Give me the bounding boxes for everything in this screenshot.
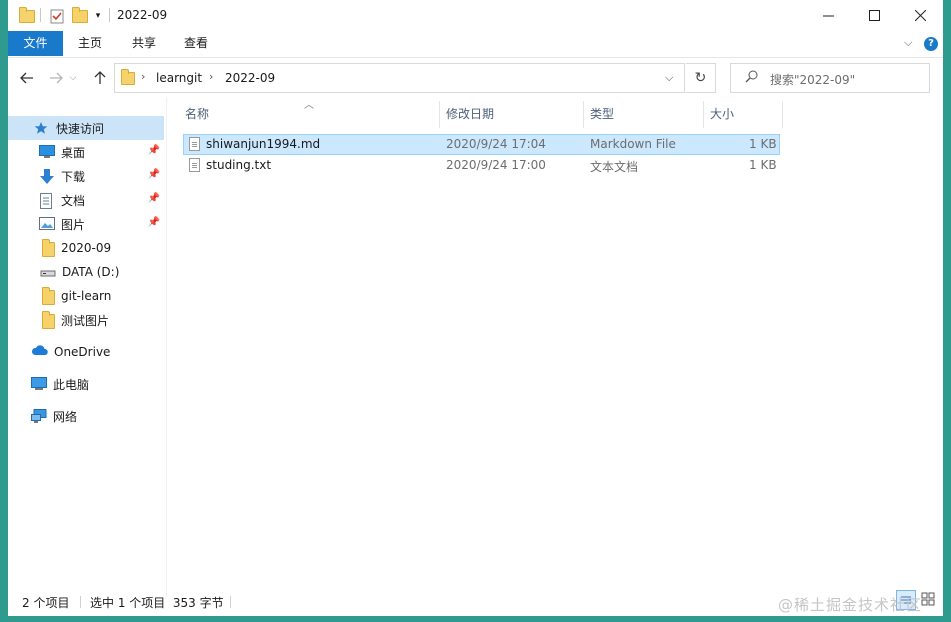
file-row[interactable]: studing.txt 2020/9/24 17:00 文本文档 1 KB [183, 155, 780, 176]
drive-icon [40, 265, 56, 279]
folder-icon [42, 311, 55, 329]
file-size: 1 KB [749, 158, 777, 172]
sidebar-item-this-pc[interactable]: 此电脑 [8, 372, 164, 396]
navigation-bar: ⌵ › learngit › 2022-09 ⌵ ↻ 搜索"2022-09" [8, 57, 943, 97]
forward-arrow-icon[interactable] [45, 67, 67, 89]
address-history-chevron-icon[interactable]: ⌵ [665, 71, 673, 85]
picture-icon [39, 217, 55, 231]
expand-ribbon-chevron-icon[interactable]: ⌵ [904, 36, 912, 50]
pin-icon[interactable]: 📌 [148, 169, 160, 180]
breadcrumb-learngit[interactable]: learngit [156, 71, 202, 85]
sidebar-item-network[interactable]: 网络 [8, 404, 164, 428]
status-item-count: 2 个项目 [22, 596, 70, 610]
sidebar-item-desktop[interactable]: 桌面 📌 [8, 140, 164, 164]
recent-locations-chevron-icon[interactable]: ⌵ [66, 67, 80, 89]
breadcrumb-separator-icon[interactable]: › [209, 70, 213, 83]
column-header-name[interactable]: 名称 [178, 101, 440, 128]
sidebar-item-pictures[interactable]: 图片 📌 [8, 212, 164, 236]
file-type: 文本文档 [590, 160, 639, 174]
breadcrumb-separator-icon[interactable]: › [141, 70, 145, 83]
sidebar-item-git-learn[interactable]: git-learn [8, 284, 164, 308]
folder-icon [18, 6, 36, 25]
status-selection: 选中 1 个项目 353 字节 [90, 596, 224, 610]
folder-icon [42, 239, 55, 257]
explorer-window: ▾ 2022-09 文件 主页 共享 查看 ⌵ ? ⌵ › learngit ›… [8, 0, 943, 616]
refresh-icon[interactable]: ↻ [686, 63, 716, 93]
sidebar-item-label: 2020-09 [61, 241, 112, 255]
file-type: Markdown File [590, 137, 676, 151]
pin-icon[interactable]: 📌 [148, 193, 160, 204]
close-icon[interactable] [897, 0, 943, 30]
column-header-size[interactable]: 大小 [703, 101, 783, 128]
desktop-icon [39, 145, 55, 159]
navigation-pane: 快速访问 桌面 📌 下载 📌 文档 📌 图片 📌 2020-09 DATA (D… [8, 105, 166, 595]
file-date: 2020/9/24 17:04 [446, 137, 546, 151]
sidebar-item-label: DATA (D:) [62, 265, 120, 279]
properties-icon[interactable] [48, 7, 66, 25]
tab-share[interactable]: 共享 [122, 31, 166, 56]
sidebar-item-data-drive[interactable]: DATA (D:) [8, 260, 164, 284]
window-title: 2022-09 [117, 8, 168, 22]
maximize-icon[interactable] [851, 0, 897, 30]
file-date: 2020/9/24 17:00 [446, 158, 546, 172]
file-size: 1 KB [749, 137, 777, 151]
sidebar-item-documents[interactable]: 文档 📌 [8, 188, 164, 212]
new-folder-icon[interactable] [71, 6, 89, 25]
separator [40, 8, 41, 22]
column-header-type[interactable]: 类型 [583, 101, 704, 128]
status-separator [230, 596, 231, 608]
cloud-icon [31, 345, 48, 359]
title-bar: ▾ 2022-09 [8, 0, 943, 32]
search-placeholder: 搜索"2022-09" [770, 73, 856, 87]
search-icon [745, 70, 758, 86]
watermark-text: @稀土掘金技术社区 [778, 596, 923, 614]
status-separator [80, 596, 81, 608]
sidebar-item-label: git-learn [61, 289, 112, 303]
sidebar-item-downloads[interactable]: 下载 📌 [8, 164, 164, 188]
breadcrumb-2022-09[interactable]: 2022-09 [225, 71, 275, 85]
back-arrow-icon[interactable] [16, 67, 38, 89]
sidebar-item-label: 桌面 [61, 145, 86, 160]
folder-icon [42, 287, 55, 305]
pin-icon[interactable]: 📌 [148, 217, 160, 228]
help-icon[interactable]: ? [924, 37, 938, 51]
sidebar-item-label: 测试图片 [61, 313, 110, 328]
folder-icon [121, 69, 135, 85]
customize-chevron-icon[interactable]: ▾ [91, 7, 105, 25]
computer-icon [31, 377, 47, 391]
pin-icon[interactable]: 📌 [148, 145, 160, 156]
file-name: studing.txt [206, 158, 272, 172]
sidebar-item-2020-09[interactable]: 2020-09 [8, 236, 164, 260]
sidebar-item-onedrive[interactable]: OneDrive [8, 340, 164, 364]
sidebar-item-label: 此电脑 [53, 377, 90, 392]
ribbon-tabs: 文件 主页 共享 查看 ⌵ ? [8, 31, 943, 58]
sidebar-item-label: 网络 [53, 409, 78, 424]
tab-view[interactable]: 查看 [174, 31, 218, 56]
sidebar-item-label: OneDrive [54, 345, 111, 359]
network-icon [31, 409, 47, 423]
sidebar-item-test-pictures[interactable]: 测试图片 [8, 308, 164, 332]
pane-divider[interactable] [166, 97, 167, 597]
document-icon [39, 193, 55, 209]
sidebar-item-label: 文档 [61, 193, 86, 208]
sidebar-item-quick-access[interactable]: 快速访问 [8, 116, 164, 140]
search-box[interactable]: 搜索"2022-09" [730, 63, 930, 93]
markdown-file-icon [189, 137, 200, 151]
tab-file[interactable]: 文件 [8, 31, 63, 56]
sidebar-item-label: 下载 [61, 169, 86, 184]
file-row[interactable]: shiwanjun1994.md 2020/9/24 17:04 Markdow… [183, 134, 780, 155]
file-name: shiwanjun1994.md [206, 137, 321, 151]
separator [109, 8, 110, 22]
minimize-icon[interactable] [805, 0, 851, 30]
column-header-date[interactable]: 修改日期 [439, 101, 584, 128]
up-arrow-icon[interactable] [89, 67, 111, 89]
tab-home[interactable]: 主页 [68, 31, 112, 56]
text-file-icon [189, 158, 200, 172]
star-icon [34, 121, 50, 135]
sidebar-item-label: 快速访问 [56, 121, 105, 136]
address-bar[interactable]: › learngit › 2022-09 ⌵ [114, 63, 685, 93]
download-icon [39, 169, 55, 184]
sidebar-item-label: 图片 [61, 217, 86, 232]
